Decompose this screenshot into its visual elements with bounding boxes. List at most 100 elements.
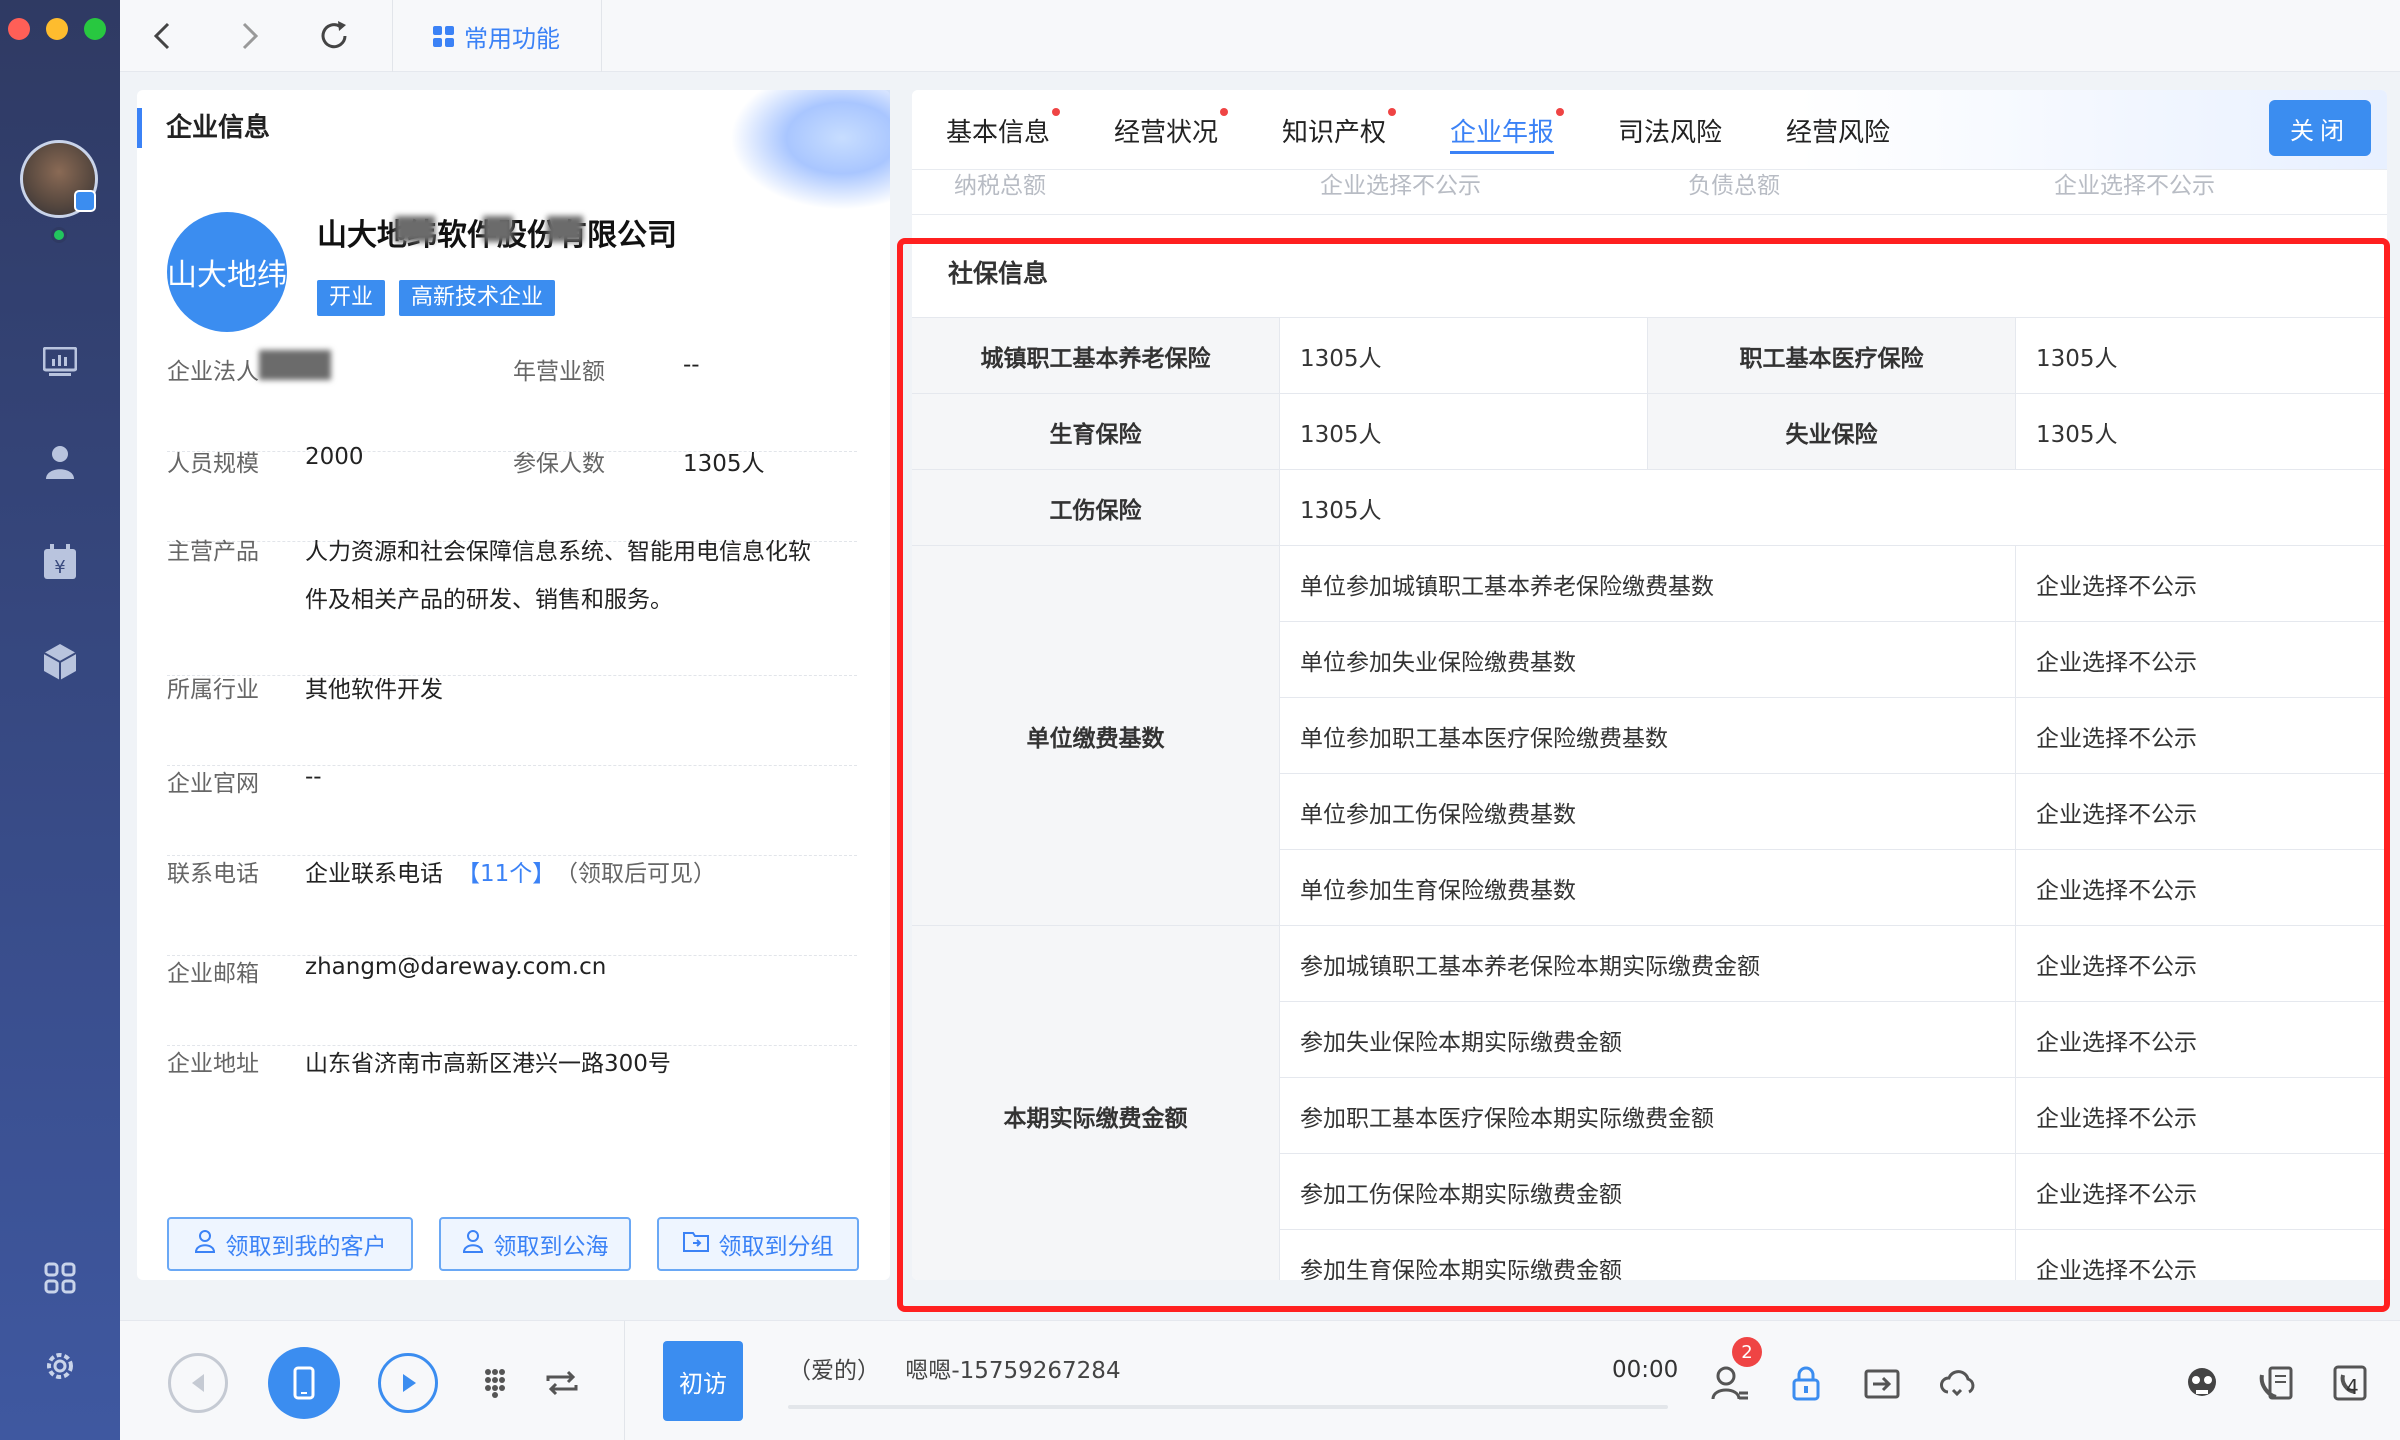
top-bar: 常用功能 [120,0,2400,72]
claim-to-my-customers-button[interactable]: 领取到我的客户 [167,1217,413,1271]
highlight-box [897,238,2390,1312]
insured-label: 参保人数 [513,451,605,477]
claim-to-public-pool-label: 领取到公海 [493,1234,609,1260]
robot-icon[interactable] [2180,1361,2224,1405]
insured-value: 1305人 [683,451,765,477]
tab-ip[interactable]: 知识产权 [1282,108,1397,154]
phone-count-link[interactable]: 【11个】 [457,854,555,888]
section-title: 企业信息 [137,108,270,148]
product-label: 主营产品 [167,539,259,565]
tab-common-functions[interactable]: 常用功能 [392,0,602,72]
product-value-line1: 人力资源和社会保障信息系统、智能用电信息化软 [305,539,811,565]
phone-lines-count: 4 [2346,1375,2359,1399]
cube-icon[interactable] [38,642,82,682]
redaction-mark [547,216,583,242]
folder-icon [682,1230,709,1258]
user-icon [462,1229,484,1259]
caller-info: （爱的） 嗯嗯-15759267284 [788,1351,1121,1385]
phone-device-button[interactable] [268,1347,340,1419]
contacts-icon[interactable] [38,442,82,482]
tab-basic-info[interactable]: 基本信息 [946,108,1061,154]
new-dot-icon [1220,108,1229,116]
call-timer: 00:00 [1612,1357,1679,1383]
planet-decoration [730,90,890,210]
legal-label: 企业法人 [167,359,259,385]
lock-icon[interactable] [1784,1361,1828,1405]
revenue-value: -- [683,352,700,378]
tab-label: 司法风险 [1618,118,1723,148]
back-button[interactable] [140,14,184,58]
apps-icon[interactable] [38,1258,82,1298]
transfer-icon[interactable] [540,1361,584,1405]
tax-total-value: 企业选择不公示 [1320,173,1481,199]
tab-business-risk[interactable]: 经营风险 [1786,112,1890,154]
dialpad-icon[interactable] [473,1361,517,1405]
play-button[interactable] [378,1353,438,1413]
address-value: 山东省济南市高新区港兴一路300号 [305,1051,671,1077]
settings-icon[interactable] [38,1346,82,1386]
tab-label: 企业年报 [1450,118,1555,148]
tab-legal-risk[interactable]: 司法风险 [1618,112,1722,154]
industry-value: 其他软件开发 [305,677,443,703]
tax-row-partial: 纳税总额 企业选择不公示 负债总额 企业选择不公示 [912,170,2387,215]
call-progress [788,1405,1668,1409]
tab-label: 经营风险 [1786,118,1891,148]
claim-to-group-label: 领取到分组 [718,1234,834,1260]
export-icon[interactable] [1860,1361,1904,1405]
dashboard-icon[interactable] [38,342,82,382]
info-row-staff: 人员规模 2000 参保人数 1305人 [167,444,857,542]
company-logo: 山大地纬 [167,212,287,332]
debt-total-value: 企业选择不公示 [2054,173,2215,199]
minimize-window-button[interactable] [46,18,68,40]
refresh-button[interactable] [312,14,356,58]
first-visit-button[interactable]: 初访 [663,1341,743,1421]
tab-common-label: 常用功能 [464,24,560,53]
legal-person-redacted [259,350,331,380]
close-window-button[interactable] [8,18,30,40]
tab-label: 基本信息 [946,118,1051,148]
email-value: zhangm@dareway.com.cn [305,954,607,980]
tab-operations[interactable]: 经营状况 [1114,108,1229,154]
debt-total-label: 负债总额 [1688,173,1780,199]
status-badge: 开业 [317,280,386,316]
claim-to-group-button[interactable]: 领取到分组 [657,1217,859,1271]
redaction-mark [395,216,435,242]
tab-label: 知识产权 [1282,118,1387,148]
website-value: -- [305,764,322,790]
product-value-line2: 件及相关产品的研发、销售和服务。 [305,587,673,613]
close-button[interactable]: 关闭 [2269,100,2371,156]
grid-icon [433,25,454,47]
tab-annual-report[interactable]: 企业年报 [1450,108,1565,154]
zoom-window-button[interactable] [84,18,106,40]
phone-value: 企业联系电话 [305,861,443,887]
forward-button[interactable] [228,14,272,58]
previous-button[interactable] [168,1353,228,1413]
billing-icon[interactable]: ¥ [38,542,82,582]
online-status-icon [51,227,67,243]
hightech-badge: 高新技术企业 [399,280,556,316]
notification-badge: 2 [1732,1337,1762,1367]
call-log-icon[interactable] [2254,1361,2298,1405]
email-label: 企业邮箱 [167,961,259,987]
user-icon [194,1229,216,1259]
website-label: 企业官网 [167,771,259,797]
new-dot-icon [1052,108,1061,116]
info-row-industry: 所属行业 其他软件开发 [167,676,857,766]
device-badge-icon [74,190,96,212]
info-row-legal: 企业法人 年营业额 -- [167,350,857,452]
revenue-label: 年营业额 [513,359,605,385]
svg-text:¥: ¥ [54,557,65,578]
caller-tag: （爱的） [788,1358,880,1384]
redaction-mark [483,216,513,242]
detail-tabs: 基本信息 经营状况 知识产权 企业年报 司法风险 经营风险 关闭 [912,90,2387,170]
info-row-address: 企业地址 山东省济南市高新区港兴一路300号 [167,1046,857,1136]
tab-label: 经营状况 [1114,118,1219,148]
phone-label: 联系电话 [167,861,259,887]
address-label: 企业地址 [167,1051,259,1077]
info-row-products: 主营产品 人力资源和社会保障信息系统、智能用电信息化软 件及相关产品的研发、销售… [167,539,857,676]
queue-user-icon[interactable] [1708,1361,1752,1405]
info-row-email: 企业邮箱 zhangm@dareway.com.cn [167,954,857,1046]
new-dot-icon [1388,108,1397,116]
cloud-sync-icon[interactable] [1936,1361,1980,1405]
claim-to-public-pool-button[interactable]: 领取到公海 [439,1217,631,1271]
